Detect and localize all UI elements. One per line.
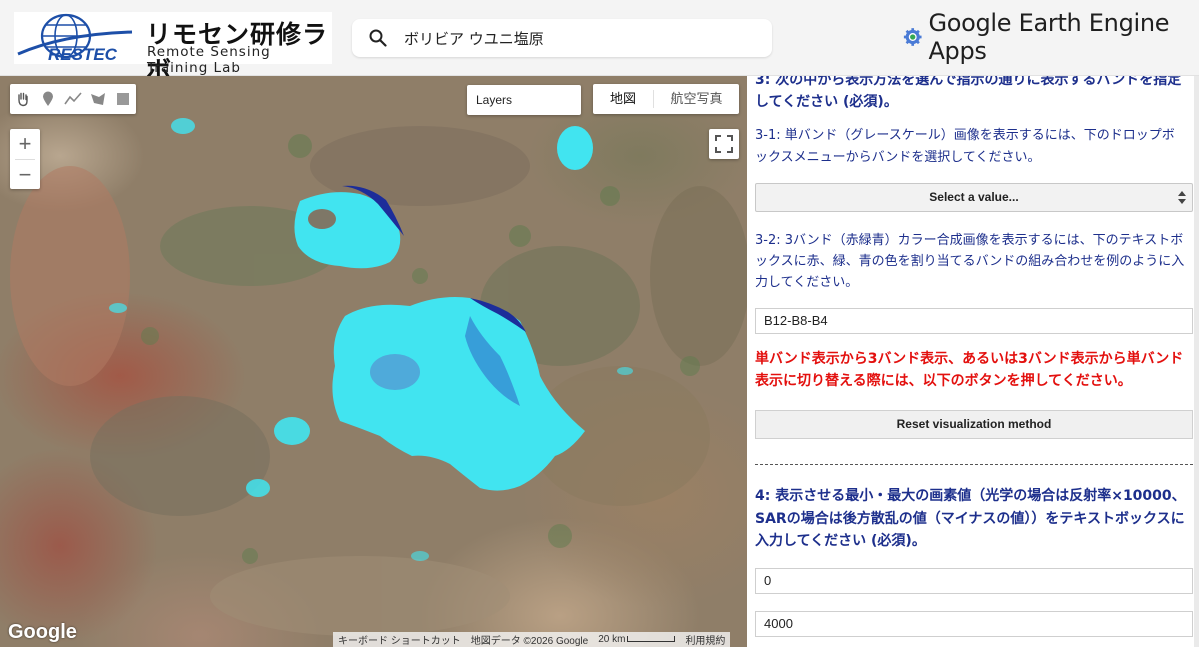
fullscreen-button[interactable]: [709, 129, 739, 159]
earth-engine-gear-icon: [903, 28, 922, 46]
map-data-text: 地図データ ©2026 Google: [470, 636, 589, 647]
logo-mark-text: RESTEC: [48, 45, 118, 64]
polyline-icon[interactable]: [60, 84, 85, 114]
google-logo: Google: [8, 621, 77, 643]
step3-heading: 3: 次の中から表示方法を選んで指示の通りに表示するバンドを指定してください (…: [755, 76, 1182, 110]
logo-subtitle: Remote Sensing Training Lab: [147, 44, 271, 76]
marker-icon[interactable]: [35, 84, 60, 114]
min-value-input[interactable]: 0: [755, 568, 1193, 594]
polygon-icon[interactable]: [85, 84, 110, 114]
control-panel: 3: 次の中から表示方法を選んで指示の通りに表示するバンドを指定してください (…: [747, 76, 1199, 647]
restec-globe-logo: RESTEC: [17, 13, 133, 64]
drawing-toolbar: [10, 84, 136, 114]
section-divider: [755, 464, 1193, 465]
search-input[interactable]: [404, 19, 754, 57]
rectangle-icon[interactable]: [110, 84, 135, 114]
app-header: RESTEC リモセン研修ラボ Remote Sensing Training …: [0, 0, 1199, 85]
band-select-dropdown[interactable]: Select a value...: [755, 183, 1193, 212]
scale-bar: [627, 636, 676, 643]
restec-logo[interactable]: RESTEC リモセン研修ラボ Remote Sensing Training …: [14, 12, 332, 85]
satellite-imagery: [10, 118, 747, 636]
brand-title: Google Earth Engine Apps: [928, 9, 1170, 65]
fullscreen-icon: [715, 135, 733, 153]
band-combo-input[interactable]: B12-B8-B4: [755, 308, 1193, 334]
max-value-input[interactable]: 4000: [755, 611, 1193, 637]
band-select-value: Select a value...: [929, 190, 1019, 204]
map-canvas[interactable]: + − Layers 地図 航空写真 Google キーボード ショートカット …: [0, 76, 747, 647]
map-type-control: 地図 航空写真: [593, 84, 739, 114]
reset-visualization-button[interactable]: Reset visualization method: [755, 410, 1193, 439]
zoom-out-button[interactable]: −: [10, 160, 40, 190]
hand-icon[interactable]: [10, 84, 35, 114]
step31-instructions: 3-1: 単バンド（グレースケール）画像を表示するには、下のドロップボックスメニ…: [755, 128, 1175, 165]
search-icon[interactable]: [368, 28, 388, 48]
select-arrows-icon: [1178, 191, 1186, 204]
map-type-satellite[interactable]: 航空写真: [654, 84, 739, 114]
step32-instructions: 3-2: 3バンド（赤緑青）カラー合成画像を表示するには、下のテキストボックスに…: [755, 233, 1185, 290]
scale-label: 20 km: [598, 634, 626, 645]
zoom-in-button[interactable]: +: [10, 129, 40, 159]
map-attribution: キーボード ショートカット 地図データ ©2026 Google 20 km 利…: [333, 632, 731, 647]
terms-link[interactable]: 利用規約: [680, 632, 730, 647]
scale-indicator[interactable]: 20 km: [593, 634, 680, 645]
reset-warning-text: 単バンド表示から3バンド表示、あるいは3バンド表示から単バンド表示に切り替える際…: [755, 351, 1184, 389]
keyboard-shortcuts-link[interactable]: キーボード ショートカット: [333, 632, 466, 647]
place-search-box[interactable]: [352, 19, 772, 57]
gee-brand: Google Earth Engine Apps: [903, 9, 1199, 65]
panel-scrollbar[interactable]: [1194, 76, 1199, 647]
zoom-control: + −: [10, 129, 40, 189]
step4-heading: 4: 表示させる最小・最大の画素値（光学の場合は反射率×10000、SARの場合…: [755, 488, 1186, 549]
layers-button[interactable]: Layers: [467, 85, 581, 115]
map-type-roadmap[interactable]: 地図: [593, 84, 653, 114]
